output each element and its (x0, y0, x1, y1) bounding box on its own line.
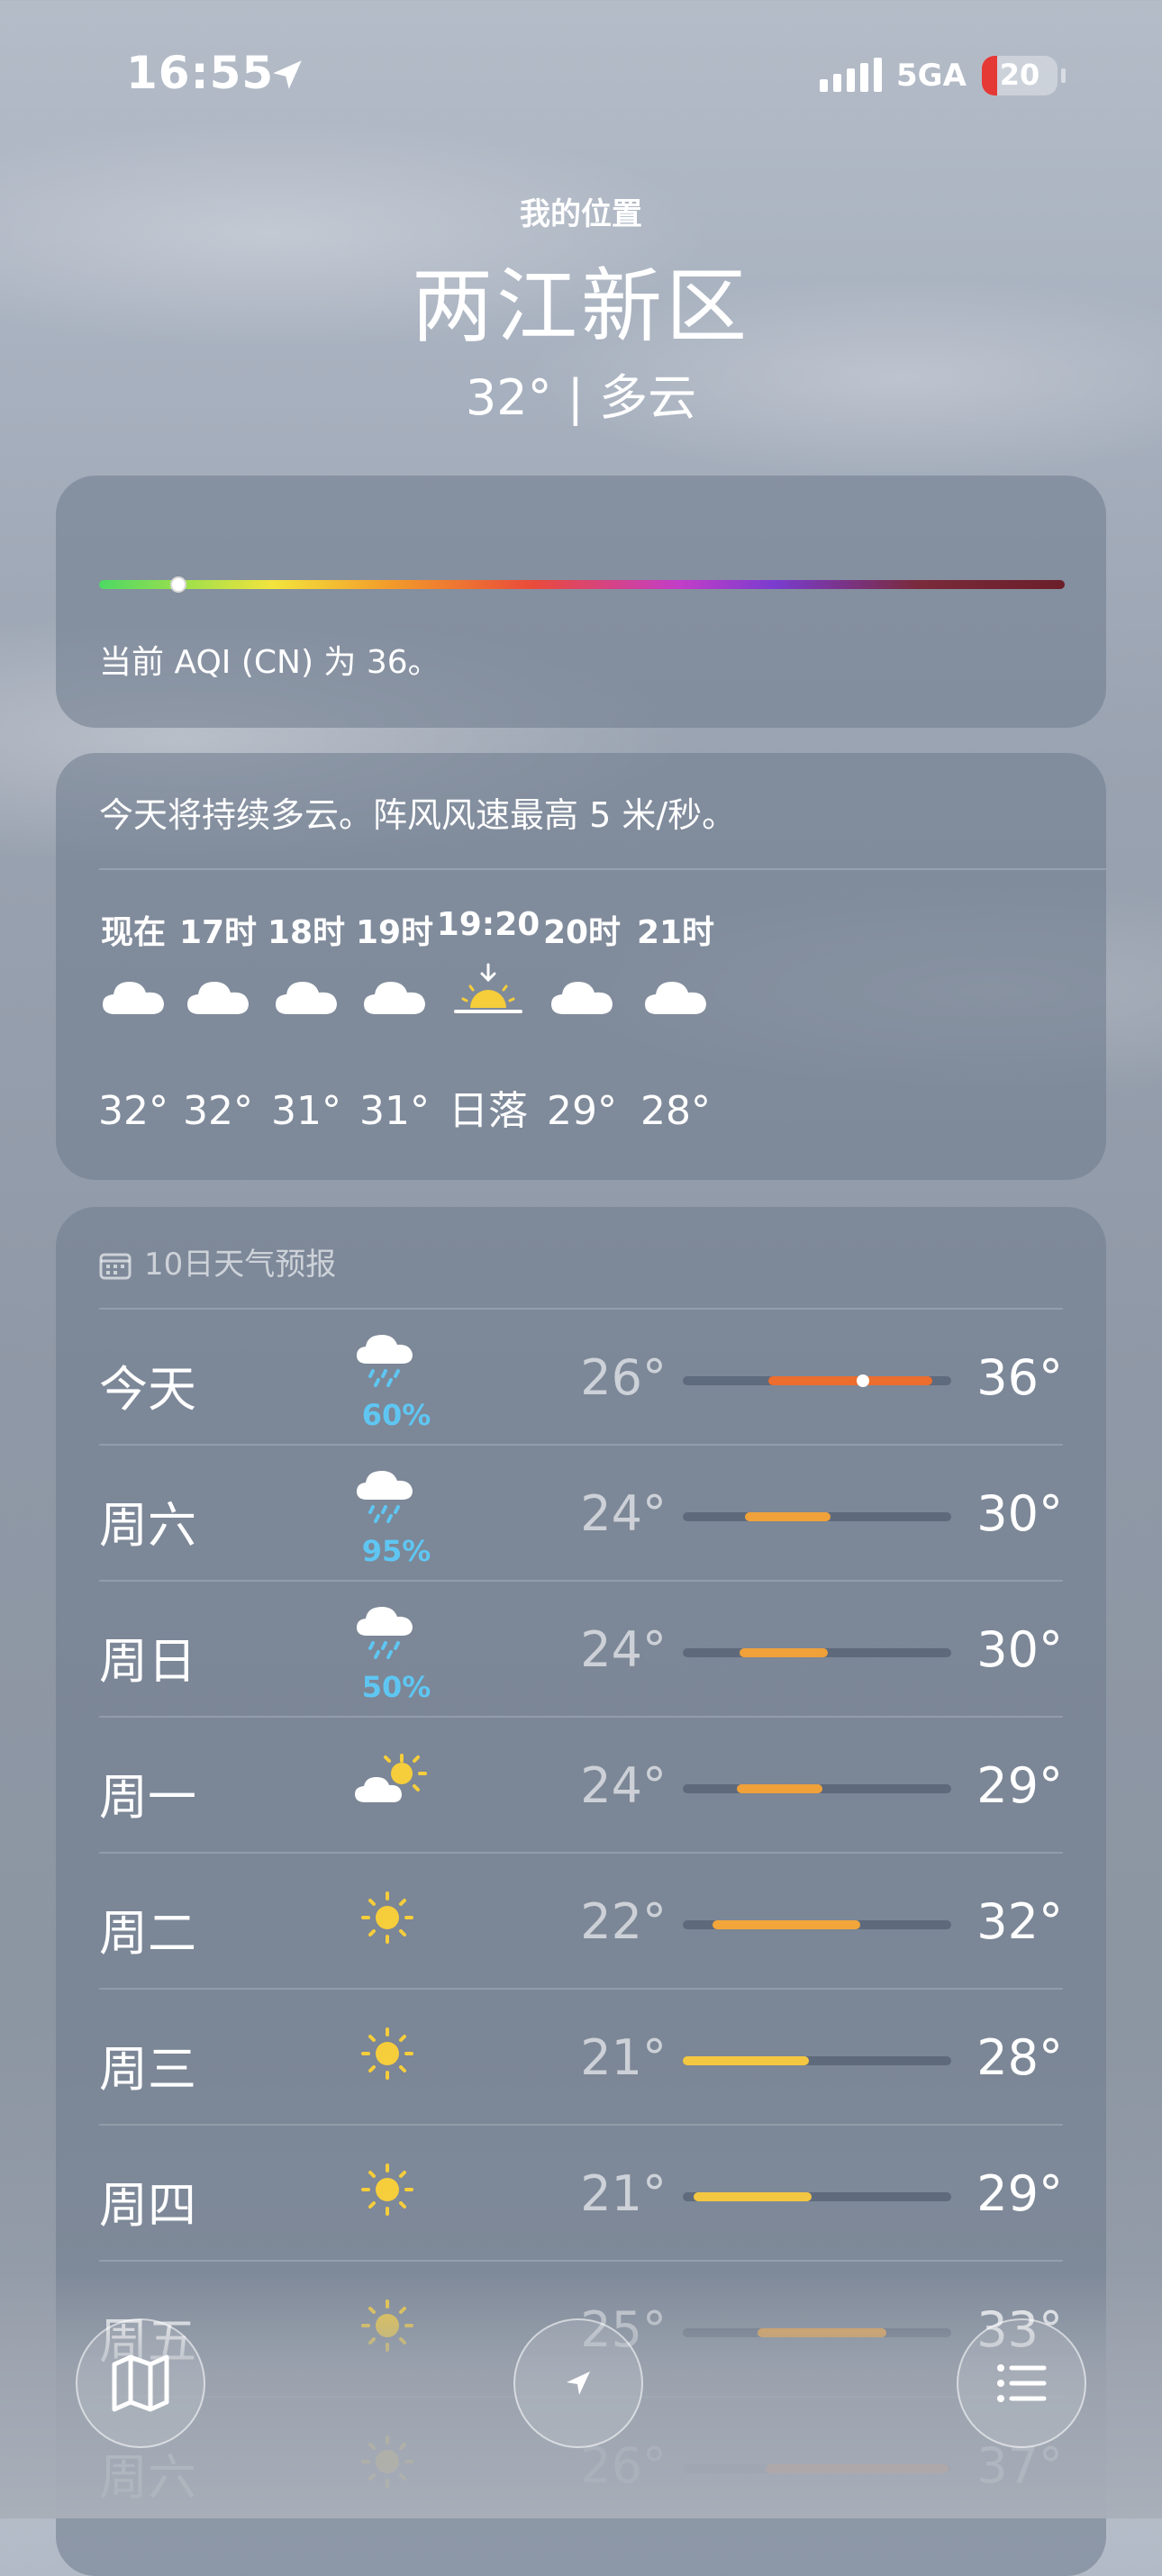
low-temp: 26° (580, 1349, 667, 1406)
temp-range-bar (683, 2056, 951, 2065)
hourly-summary: 今天将持续多云。阵风风速最高 5 米/秒。 (99, 795, 737, 835)
sun-icon (351, 2158, 441, 2221)
temp-range-bar (683, 2192, 951, 2201)
day-label: 周四 (99, 2177, 196, 2234)
low-temp: 22° (580, 1893, 667, 1950)
daily-row[interactable]: 周三 21° 28° (99, 1988, 1063, 2126)
high-temp: 30° (976, 1485, 1063, 1542)
high-temp: 28° (976, 2029, 1063, 2086)
cellular-signal-icon (820, 58, 887, 92)
location-arrow-icon (567, 2372, 590, 2395)
daily-forecast-header: 10日天气预报 (99, 1239, 336, 1283)
cloud-icon (613, 971, 739, 1070)
temp-range-fill (736, 1784, 822, 1793)
map-icon (112, 2354, 169, 2412)
current-location-button[interactable] (513, 2318, 643, 2448)
aqi-text: 当前 AQI (CN) 为 36。 (99, 644, 440, 681)
cloud-rain-icon (351, 1328, 441, 1391)
aqi-card[interactable]: 当前 AQI (CN) 为 36。 (56, 476, 1106, 728)
daily-row[interactable]: 周四 21° 29° (99, 2124, 1063, 2262)
hourly-temp: 28° (640, 1088, 711, 1134)
status-bar: 16:55 5GA 20 (0, 0, 1162, 153)
hourly-forecast-card[interactable]: 今天将持续多云。阵风风速最高 5 米/秒。 现在 32° 17时 32° 18时 31° 1… (56, 753, 1106, 1180)
temp-range-bar (683, 1920, 951, 1929)
precipitation-chance: 95% (361, 1534, 431, 1568)
aqi-scale-bar (99, 576, 1065, 593)
daily-row[interactable]: 周六 95% 24° 30° (99, 1444, 1063, 1582)
high-temp: 36° (976, 1349, 1063, 1406)
current-conditions: 32° | 多云 (465, 369, 697, 426)
day-label: 今天 (99, 1361, 196, 1418)
city-name: 两江新区 (412, 259, 750, 354)
list-icon (997, 2364, 1047, 2402)
day-label: 周一 (99, 1769, 196, 1826)
temp-range-bar (683, 1648, 951, 1657)
map-button[interactable] (76, 2318, 205, 2448)
hourly-item: 21时 28° (613, 906, 739, 1134)
location-list-button[interactable] (957, 2318, 1086, 2448)
daily-row[interactable]: 周二 22° 32° (99, 1852, 1063, 1990)
day-label: 周二 (99, 1905, 196, 1962)
aqi-marker (169, 576, 186, 593)
sun-icon (351, 2022, 441, 2085)
location-header: 我的位置 两江新区 32° | 多云 (0, 189, 1162, 429)
daily-row[interactable]: 周日 50% 24° 30° (99, 1580, 1063, 1718)
network-type: 5GA (896, 58, 967, 94)
high-temp: 29° (976, 1757, 1063, 1814)
temp-range-bar (683, 1784, 951, 1793)
temp-range-fill (693, 2192, 812, 2201)
temp-range-fill (768, 1376, 933, 1385)
temp-range-bar (683, 1374, 951, 1387)
battery-icon: 20 (982, 56, 1058, 95)
low-temp: 24° (580, 1621, 667, 1678)
day-label: 周六 (99, 1497, 196, 1554)
divider (99, 868, 1106, 870)
low-temp: 21° (580, 2029, 667, 2086)
precipitation-chance: 50% (361, 1670, 431, 1704)
temp-range-fill (744, 1512, 831, 1521)
location-label: 我的位置 (520, 196, 642, 232)
low-temp: 24° (580, 1757, 667, 1814)
low-temp: 24° (580, 1485, 667, 1542)
precipitation-chance: 60% (361, 1398, 431, 1432)
sun-icon (351, 1886, 441, 1949)
status-time: 16:55 (126, 47, 275, 99)
cloud-rain-icon (351, 1464, 441, 1527)
battery-level: 20 (999, 58, 1040, 92)
current-temp-marker (856, 1374, 869, 1387)
partly-cloudy-icon (351, 1750, 441, 1813)
daily-row[interactable]: 周一 24° 29° (99, 1716, 1063, 1854)
high-temp: 30° (976, 1621, 1063, 1678)
daily-row[interactable]: 今天 60% 26° 36° (99, 1308, 1063, 1446)
temp-range-fill (739, 1648, 828, 1657)
hourly-time: 21时 (636, 914, 715, 951)
temp-range-fill (712, 1920, 860, 1929)
high-temp: 32° (976, 1893, 1063, 1950)
calendar-icon (99, 1253, 132, 1280)
temp-range-fill (683, 2056, 810, 2065)
day-label: 周三 (99, 2041, 196, 2098)
daily-forecast-title: 10日天气预报 (144, 1247, 337, 1283)
temp-range-bar (683, 1512, 951, 1521)
location-services-icon (273, 60, 302, 89)
cloud-rain-icon (351, 1600, 441, 1663)
high-temp: 29° (976, 2165, 1063, 2222)
day-label: 周日 (99, 1633, 196, 1690)
low-temp: 21° (580, 2165, 667, 2222)
